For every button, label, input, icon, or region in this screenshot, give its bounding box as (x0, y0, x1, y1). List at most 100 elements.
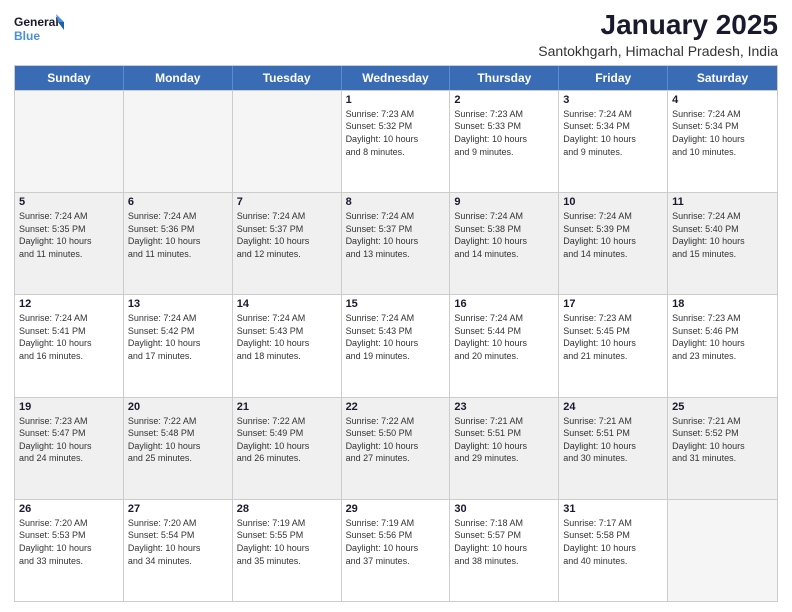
cell-day-2: 2 Sunrise: 7:23 AMSunset: 5:33 PMDayligh… (450, 91, 559, 192)
cell-details: Sunrise: 7:20 AMSunset: 5:53 PMDaylight:… (19, 517, 119, 567)
cell-day-3: 3 Sunrise: 7:24 AMSunset: 5:34 PMDayligh… (559, 91, 668, 192)
cell-day-24: 24 Sunrise: 7:21 AMSunset: 5:51 PMDaylig… (559, 398, 668, 499)
cell-day-16: 16 Sunrise: 7:24 AMSunset: 5:44 PMDaylig… (450, 295, 559, 396)
day-number: 15 (346, 298, 446, 310)
cell-day-26: 26 Sunrise: 7:20 AMSunset: 5:53 PMDaylig… (15, 500, 124, 601)
cell-details: Sunrise: 7:24 AMSunset: 5:43 PMDaylight:… (346, 312, 446, 362)
cell-day-18: 18 Sunrise: 7:23 AMSunset: 5:46 PMDaylig… (668, 295, 777, 396)
cell-day-14: 14 Sunrise: 7:24 AMSunset: 5:43 PMDaylig… (233, 295, 342, 396)
cell-day-12: 12 Sunrise: 7:24 AMSunset: 5:41 PMDaylig… (15, 295, 124, 396)
day-number: 18 (672, 298, 773, 310)
day-number: 25 (672, 401, 773, 413)
day-number: 27 (128, 503, 228, 515)
cell-details: Sunrise: 7:24 AMSunset: 5:37 PMDaylight:… (237, 210, 337, 260)
month-title: January 2025 (538, 10, 778, 41)
day-number: 7 (237, 196, 337, 208)
cell-details: Sunrise: 7:24 AMSunset: 5:35 PMDaylight:… (19, 210, 119, 260)
calendar-row-4: 26 Sunrise: 7:20 AMSunset: 5:53 PMDaylig… (15, 499, 777, 601)
page: General Blue January 2025 Santokhgarh, H… (0, 0, 792, 612)
cell-details: Sunrise: 7:19 AMSunset: 5:55 PMDaylight:… (237, 517, 337, 567)
cell-details: Sunrise: 7:24 AMSunset: 5:43 PMDaylight:… (237, 312, 337, 362)
day-number: 17 (563, 298, 663, 310)
cell-day-27: 27 Sunrise: 7:20 AMSunset: 5:54 PMDaylig… (124, 500, 233, 601)
cell-details: Sunrise: 7:24 AMSunset: 5:44 PMDaylight:… (454, 312, 554, 362)
cell-details: Sunrise: 7:24 AMSunset: 5:37 PMDaylight:… (346, 210, 446, 260)
cell-day-25: 25 Sunrise: 7:21 AMSunset: 5:52 PMDaylig… (668, 398, 777, 499)
cell-details: Sunrise: 7:21 AMSunset: 5:51 PMDaylight:… (454, 415, 554, 465)
cell-day-29: 29 Sunrise: 7:19 AMSunset: 5:56 PMDaylig… (342, 500, 451, 601)
cell-details: Sunrise: 7:22 AMSunset: 5:48 PMDaylight:… (128, 415, 228, 465)
cell-details: Sunrise: 7:24 AMSunset: 5:36 PMDaylight:… (128, 210, 228, 260)
day-number: 5 (19, 196, 119, 208)
day-number: 24 (563, 401, 663, 413)
cell-details: Sunrise: 7:24 AMSunset: 5:41 PMDaylight:… (19, 312, 119, 362)
day-number: 4 (672, 94, 773, 106)
cell-details: Sunrise: 7:24 AMSunset: 5:34 PMDaylight:… (563, 108, 663, 158)
cell-details: Sunrise: 7:21 AMSunset: 5:51 PMDaylight:… (563, 415, 663, 465)
cell-empty (668, 500, 777, 601)
cell-details: Sunrise: 7:21 AMSunset: 5:52 PMDaylight:… (672, 415, 773, 465)
day-number: 22 (346, 401, 446, 413)
cell-day-6: 6 Sunrise: 7:24 AMSunset: 5:36 PMDayligh… (124, 193, 233, 294)
header-day-thursday: Thursday (450, 66, 559, 90)
calendar-body: 1 Sunrise: 7:23 AMSunset: 5:32 PMDayligh… (15, 90, 777, 601)
cell-day-11: 11 Sunrise: 7:24 AMSunset: 5:40 PMDaylig… (668, 193, 777, 294)
cell-details: Sunrise: 7:18 AMSunset: 5:57 PMDaylight:… (454, 517, 554, 567)
cell-day-20: 20 Sunrise: 7:22 AMSunset: 5:48 PMDaylig… (124, 398, 233, 499)
cell-day-8: 8 Sunrise: 7:24 AMSunset: 5:37 PMDayligh… (342, 193, 451, 294)
day-number: 20 (128, 401, 228, 413)
day-number: 8 (346, 196, 446, 208)
cell-day-31: 31 Sunrise: 7:17 AMSunset: 5:58 PMDaylig… (559, 500, 668, 601)
calendar-row-1: 5 Sunrise: 7:24 AMSunset: 5:35 PMDayligh… (15, 192, 777, 294)
day-number: 30 (454, 503, 554, 515)
cell-day-22: 22 Sunrise: 7:22 AMSunset: 5:50 PMDaylig… (342, 398, 451, 499)
cell-details: Sunrise: 7:24 AMSunset: 5:42 PMDaylight:… (128, 312, 228, 362)
cell-details: Sunrise: 7:23 AMSunset: 5:47 PMDaylight:… (19, 415, 119, 465)
cell-details: Sunrise: 7:23 AMSunset: 5:45 PMDaylight:… (563, 312, 663, 362)
day-number: 19 (19, 401, 119, 413)
cell-details: Sunrise: 7:23 AMSunset: 5:32 PMDaylight:… (346, 108, 446, 158)
cell-day-10: 10 Sunrise: 7:24 AMSunset: 5:39 PMDaylig… (559, 193, 668, 294)
cell-details: Sunrise: 7:19 AMSunset: 5:56 PMDaylight:… (346, 517, 446, 567)
header-day-tuesday: Tuesday (233, 66, 342, 90)
cell-details: Sunrise: 7:24 AMSunset: 5:39 PMDaylight:… (563, 210, 663, 260)
day-number: 21 (237, 401, 337, 413)
day-number: 31 (563, 503, 663, 515)
day-number: 13 (128, 298, 228, 310)
cell-day-1: 1 Sunrise: 7:23 AMSunset: 5:32 PMDayligh… (342, 91, 451, 192)
cell-day-13: 13 Sunrise: 7:24 AMSunset: 5:42 PMDaylig… (124, 295, 233, 396)
header-day-friday: Friday (559, 66, 668, 90)
header: General Blue January 2025 Santokhgarh, H… (14, 10, 778, 59)
cell-empty (15, 91, 124, 192)
day-number: 12 (19, 298, 119, 310)
svg-text:Blue: Blue (14, 29, 40, 43)
header-day-saturday: Saturday (668, 66, 777, 90)
day-number: 23 (454, 401, 554, 413)
day-number: 16 (454, 298, 554, 310)
cell-details: Sunrise: 7:22 AMSunset: 5:50 PMDaylight:… (346, 415, 446, 465)
cell-day-5: 5 Sunrise: 7:24 AMSunset: 5:35 PMDayligh… (15, 193, 124, 294)
day-number: 1 (346, 94, 446, 106)
cell-details: Sunrise: 7:22 AMSunset: 5:49 PMDaylight:… (237, 415, 337, 465)
cell-details: Sunrise: 7:24 AMSunset: 5:34 PMDaylight:… (672, 108, 773, 158)
location-title: Santokhgarh, Himachal Pradesh, India (538, 43, 778, 59)
cell-day-7: 7 Sunrise: 7:24 AMSunset: 5:37 PMDayligh… (233, 193, 342, 294)
cell-empty (124, 91, 233, 192)
cell-day-15: 15 Sunrise: 7:24 AMSunset: 5:43 PMDaylig… (342, 295, 451, 396)
cell-details: Sunrise: 7:17 AMSunset: 5:58 PMDaylight:… (563, 517, 663, 567)
cell-details: Sunrise: 7:23 AMSunset: 5:33 PMDaylight:… (454, 108, 554, 158)
cell-day-21: 21 Sunrise: 7:22 AMSunset: 5:49 PMDaylig… (233, 398, 342, 499)
day-number: 9 (454, 196, 554, 208)
day-number: 2 (454, 94, 554, 106)
day-number: 3 (563, 94, 663, 106)
calendar-row-0: 1 Sunrise: 7:23 AMSunset: 5:32 PMDayligh… (15, 90, 777, 192)
calendar: SundayMondayTuesdayWednesdayThursdayFrid… (14, 65, 778, 602)
cell-day-28: 28 Sunrise: 7:19 AMSunset: 5:55 PMDaylig… (233, 500, 342, 601)
cell-day-9: 9 Sunrise: 7:24 AMSunset: 5:38 PMDayligh… (450, 193, 559, 294)
day-number: 14 (237, 298, 337, 310)
cell-day-23: 23 Sunrise: 7:21 AMSunset: 5:51 PMDaylig… (450, 398, 559, 499)
cell-details: Sunrise: 7:24 AMSunset: 5:38 PMDaylight:… (454, 210, 554, 260)
svg-text:General: General (14, 15, 59, 29)
calendar-row-3: 19 Sunrise: 7:23 AMSunset: 5:47 PMDaylig… (15, 397, 777, 499)
header-right: January 2025 Santokhgarh, Himachal Prade… (538, 10, 778, 59)
